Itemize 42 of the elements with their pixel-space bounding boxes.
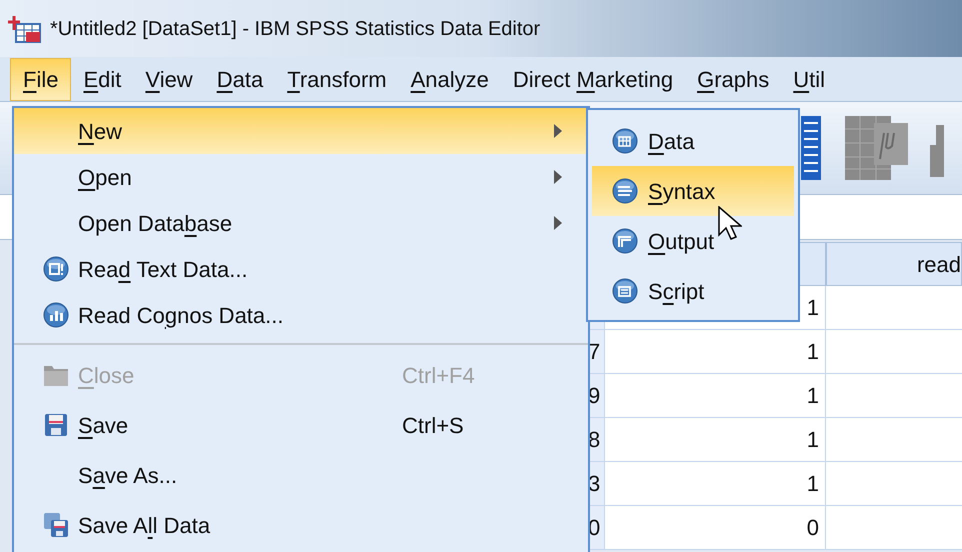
menu-item[interactable]: Transform <box>275 58 399 100</box>
app-icon <box>8 14 42 44</box>
menu-item[interactable]: Open <box>14 154 588 200</box>
shortcut-text: Ctrl+F4 <box>402 362 475 390</box>
save-icon <box>44 413 68 437</box>
folder-icon <box>43 363 69 387</box>
window-title: *Untitled2 [DataSet1] - IBM SPSS Statistics Data Editor <box>50 16 540 42</box>
menu-item[interactable]: Graphs <box>685 58 782 100</box>
table-cell: 1 <box>604 330 826 373</box>
menu-item[interactable]: Edit <box>71 58 134 100</box>
grid-icon[interactable] <box>800 115 822 181</box>
output-icon <box>612 228 638 254</box>
menu-item[interactable]: Read Text Data... <box>14 246 588 292</box>
menu-item[interactable]: Data <box>592 116 794 166</box>
menu-item[interactable]: Save All Data <box>14 500 588 550</box>
table-icon <box>612 128 638 154</box>
menu-item[interactable]: Analyze <box>398 58 501 100</box>
bar-chart-icon <box>43 302 69 328</box>
table-cell: 1 <box>604 374 826 417</box>
menu-item[interactable]: New <box>14 108 588 154</box>
menu-item[interactable]: Util <box>781 58 838 100</box>
menu-item[interactable]: Output <box>592 216 794 266</box>
variables-icon[interactable] <box>844 115 908 181</box>
menu-item[interactable]: Save Ctrl+S <box>14 400 588 450</box>
menu-item[interactable]: View <box>133 58 205 100</box>
save-all-icon <box>43 512 69 538</box>
table-cell: 1 <box>604 418 826 461</box>
script-icon <box>612 278 638 304</box>
table-cell: 0 <box>604 506 826 549</box>
menu-item[interactable]: File <box>10 58 72 100</box>
menu-item[interactable]: Save As... <box>14 450 588 500</box>
shortcut-text: Ctrl+S <box>402 412 464 440</box>
menu-item[interactable]: Data <box>204 58 276 100</box>
table-cell: 1 <box>604 462 826 505</box>
text-data-icon <box>43 256 69 282</box>
syntax-icon <box>612 178 638 204</box>
column-header[interactable]: read <box>826 242 962 286</box>
menu-item[interactable]: Open Database <box>14 200 588 246</box>
menu-item[interactable]: Direct Marketing <box>500 58 686 100</box>
menu-item[interactable]: Read Cognos Data... <box>14 292 588 338</box>
menu-item[interactable]: Syntax <box>592 166 794 216</box>
mouse-pointer-icon <box>718 206 742 242</box>
